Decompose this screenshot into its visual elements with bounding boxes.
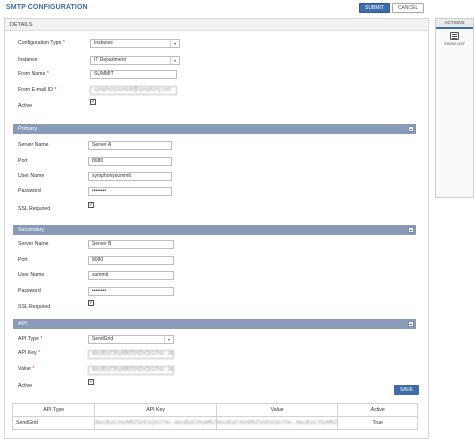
secondary-password-field[interactable]: •••••••• <box>88 287 174 296</box>
secondary-server-name-label: Server Name <box>18 241 49 247</box>
secondary-port-field[interactable]: 8080 <box>88 256 174 265</box>
api-table: API Type API Key Value Active SendGrid A… <box>11 403 418 430</box>
primary-ssl-label: SSL Required <box>18 206 51 212</box>
value-label: Value * <box>18 366 35 372</box>
actions-divider <box>436 27 473 29</box>
api-active-label: Active <box>18 383 33 389</box>
list-icon <box>450 32 459 40</box>
details-header: DETAILS <box>5 19 428 31</box>
api-type-value: SendGrid <box>92 336 114 342</box>
secondary-section-title: Secondary <box>18 227 45 233</box>
page-title: SMTP CONFIGURATION <box>6 4 88 11</box>
from-email-field[interactable]: symphonysummit@symphony.com <box>90 86 177 95</box>
primary-port-field[interactable]: 8080 <box>88 157 172 166</box>
primary-section-header[interactable]: Primary <box>13 124 416 134</box>
submit-button[interactable]: SUBMIT <box>359 3 390 13</box>
chevron-down-icon: ▾ <box>170 57 179 64</box>
primary-password-field[interactable]: •••••••• <box>88 187 172 196</box>
secondary-user-name-field[interactable]: summit <box>88 271 174 280</box>
primary-section-title: Primary <box>18 126 37 132</box>
chevron-down-icon: ▾ <box>164 336 173 343</box>
from-name-label: From Name * <box>18 71 49 77</box>
active-checkbox[interactable]: ✓ <box>90 99 96 105</box>
save-button[interactable]: SAVE <box>394 385 419 395</box>
table-header-row: API Type API Key Value Active <box>11 403 418 417</box>
table-cell-active: True <box>337 416 418 430</box>
show-list-button[interactable]: SHOW LIST <box>436 31 473 51</box>
collapse-icon[interactable] <box>408 126 414 132</box>
instance-value: IT Department <box>94 57 126 63</box>
config-type-value: Instance <box>94 40 113 46</box>
from-name-field[interactable]: SUMMIT <box>90 70 177 79</box>
primary-user-name-field[interactable]: symphonysummit <box>88 172 172 181</box>
primary-password-label: Password <box>18 188 41 194</box>
table-row[interactable]: SendGrid AbcdEpCXkyMBZGHDxQsU7rkr...Abcd… <box>11 416 418 430</box>
primary-server-name-field[interactable]: Server A <box>88 141 172 150</box>
config-type-label: Configuration Type * <box>18 40 65 46</box>
table-cell-api-key: AbcdEpCXkyMBZGHDxQsU7rkr...AbcdEpCXkyMBZ <box>94 416 217 430</box>
api-section-header[interactable]: API <box>13 319 416 329</box>
secondary-port-label: Port <box>18 257 28 263</box>
api-key-field[interactable]: AbcdEpCXkyMBZGHDxQsU7rkr...AbcdEpCXkyMBZ <box>88 350 174 359</box>
column-header-value: Value <box>215 403 339 417</box>
api-key-label: API Key * <box>18 350 41 356</box>
api-section-title: API <box>18 321 27 327</box>
api-type-label: API Type * <box>18 336 43 342</box>
table-cell-value: AbcdEpCXkyMBZGHDxQsU7rkr...AbcdEpCXkyMBZ <box>215 416 339 430</box>
table-cell-api-type: SendGrid <box>11 416 96 430</box>
chevron-down-icon: ▾ <box>170 40 179 47</box>
collapse-icon[interactable] <box>408 227 414 233</box>
actions-title: ACTIONS <box>436 19 473 27</box>
secondary-user-name-label: User Name <box>18 272 45 278</box>
top-bar: SMTP CONFIGURATION SUBMIT CANCEL <box>0 0 474 16</box>
secondary-password-label: Password <box>18 288 41 294</box>
primary-user-name-label: User Name <box>18 173 45 179</box>
column-header-api-key: API Key <box>94 403 217 417</box>
api-active-checkbox[interactable]: ✓ <box>88 379 94 385</box>
primary-port-label: Port <box>18 158 28 164</box>
cancel-button[interactable]: CANCEL <box>392 3 424 13</box>
show-list-label: SHOW LIST <box>444 42 465 46</box>
from-email-label: From E-mail ID * <box>18 87 57 93</box>
primary-server-name-label: Server Name <box>18 142 49 148</box>
details-label: DETAILS <box>10 22 33 28</box>
actions-panel: ACTIONS SHOW LIST <box>435 18 474 198</box>
active-label: Active <box>18 103 33 109</box>
secondary-ssl-label: SSL Required <box>18 304 51 310</box>
value-field[interactable]: AbcdEpCXkyMBZGHDxQsU7rkr...AbcdEpCXkyMBZ <box>88 366 174 375</box>
column-header-active: Active <box>337 403 418 417</box>
column-header-api-type: API Type <box>11 403 96 417</box>
secondary-ssl-checkbox[interactable]: ✓ <box>88 300 94 306</box>
api-type-select[interactable]: SendGrid ▾ <box>88 335 174 344</box>
config-type-select[interactable]: Instance ▾ <box>90 39 180 48</box>
instance-select[interactable]: IT Department ▾ <box>90 56 180 65</box>
collapse-icon[interactable] <box>408 321 414 327</box>
primary-ssl-checkbox[interactable]: ✓ <box>88 202 94 208</box>
secondary-server-name-field[interactable]: Server B <box>88 240 174 249</box>
secondary-section-header[interactable]: Secondary <box>13 225 416 235</box>
instance-label: Instance <box>18 57 38 63</box>
